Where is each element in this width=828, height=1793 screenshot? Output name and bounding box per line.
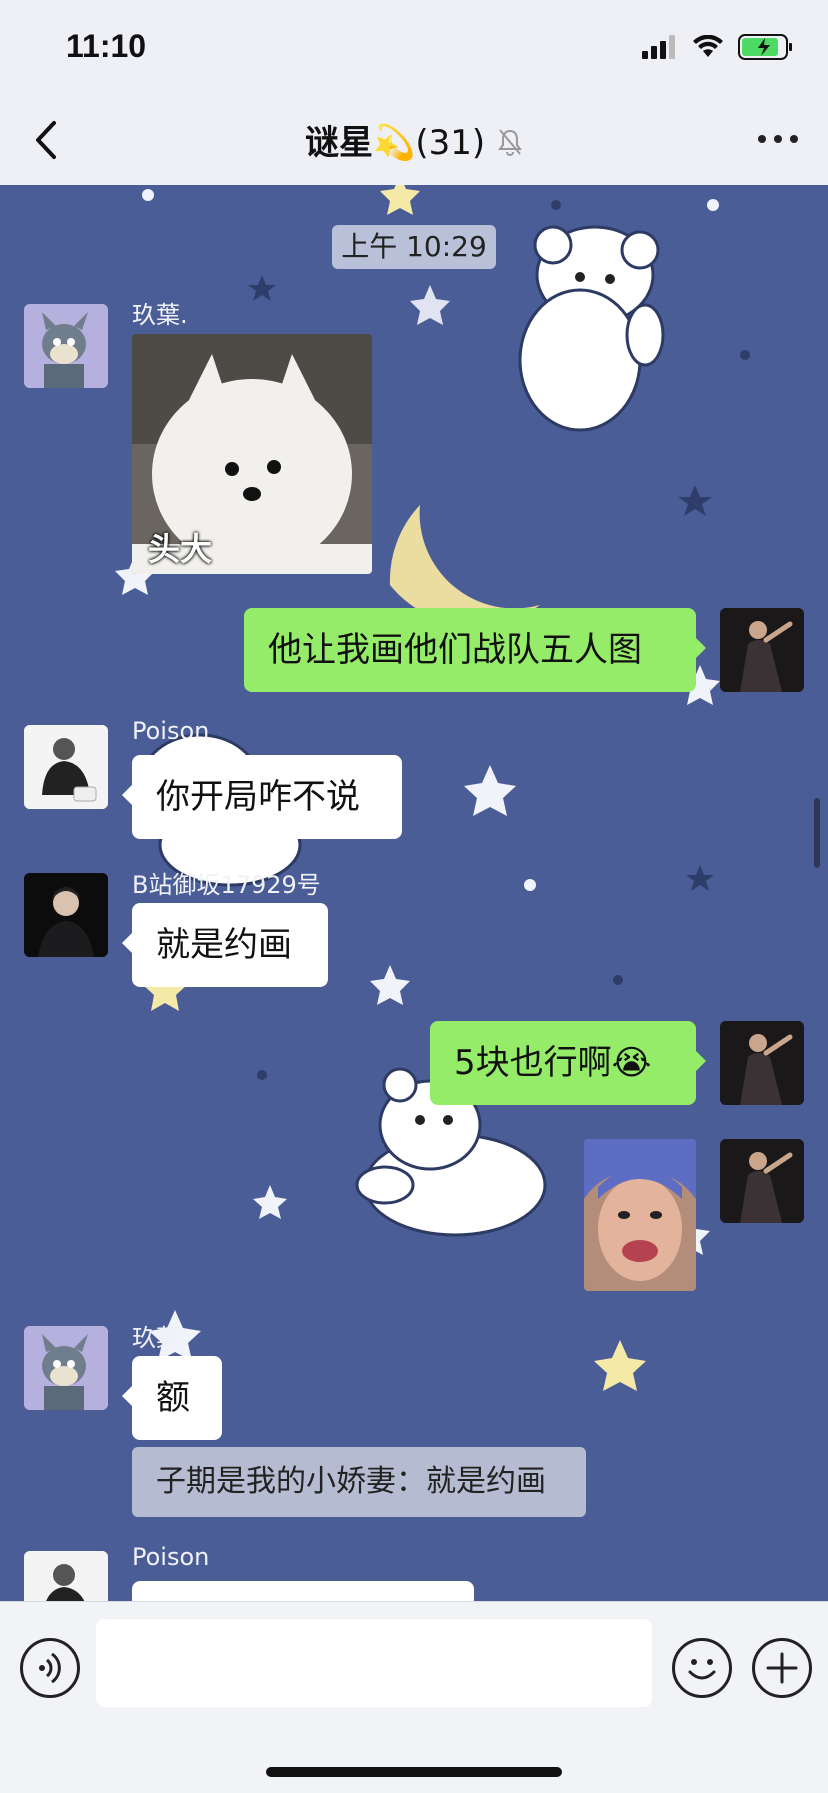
sender-name: Poison (132, 717, 210, 745)
chat-header: 谜星💫(31) (0, 95, 828, 186)
blue-hair-face-sticker-icon (584, 1139, 696, 1291)
avatar-jiuye[interactable] (24, 304, 108, 388)
plus-icon (766, 1652, 798, 1684)
person-avatar-icon (720, 608, 804, 692)
more-functions-button[interactable] (752, 1638, 812, 1698)
incoming-message-bubble[interactable]: 额 (122, 1356, 222, 1440)
battery-charging-icon (738, 34, 792, 60)
my-avatar[interactable] (720, 608, 804, 692)
sticker-dog-image[interactable]: 头大 (132, 334, 372, 574)
avatar-bzhan[interactable] (24, 873, 108, 957)
chat-title: 谜星💫(31) (0, 115, 828, 164)
avatar-poison[interactable] (24, 1551, 108, 1601)
sender-name: B站御坂17929号 (132, 871, 321, 899)
tom-cat-avatar-icon (24, 1326, 108, 1410)
smiley-icon (688, 1659, 716, 1680)
my-avatar[interactable] (720, 1139, 804, 1223)
outgoing-message-bubble[interactable]: 他让我画他们战队五人图 (244, 608, 706, 692)
quoted-message[interactable]: 子期是我的小娇妻：就是约画 (132, 1447, 586, 1517)
avatar-poison[interactable] (24, 725, 108, 809)
person-avatar-icon (24, 725, 108, 809)
status-icons (642, 34, 794, 60)
home-indicator[interactable] (266, 1767, 562, 1777)
person-avatar-icon (720, 1021, 804, 1105)
person-avatar-icon (24, 873, 108, 957)
avatar-jiuye[interactable] (24, 1326, 108, 1410)
incoming-message-bubble[interactable]: 你开局咋不说 (122, 755, 402, 839)
wifi-icon (693, 35, 723, 57)
my-avatar[interactable] (720, 1021, 804, 1105)
tom-cat-avatar-icon (24, 304, 108, 388)
incoming-message-bubble[interactable] (132, 1581, 474, 1601)
sticker-face-image[interactable] (584, 1139, 696, 1291)
emoji-button[interactable] (672, 1638, 732, 1698)
sender-name: 玖葉. (132, 301, 188, 329)
cellular-signal-icon (642, 35, 675, 59)
voice-input-button[interactable] (20, 1638, 80, 1698)
chat-timestamp: 上午 10:29 (332, 225, 496, 269)
message-input[interactable] (96, 1619, 652, 1707)
chat-area[interactable]: 上午 10:29 玖葉. 头大 他让我画他们战队五人图 Poison 你开局咋不… (0, 185, 828, 1601)
incoming-message-bubble[interactable]: 就是约画 (122, 903, 328, 987)
voice-icon (39, 1652, 61, 1684)
group-name: 谜星💫 (305, 123, 416, 163)
chat-scrollbar[interactable] (814, 798, 820, 868)
person-avatar-icon (720, 1139, 804, 1223)
member-count: (31) (415, 123, 486, 163)
status-bar: 11:10 (0, 0, 828, 95)
status-time: 11:10 (66, 28, 147, 64)
outgoing-message-bubble[interactable]: 5块也行啊😭 (430, 1021, 706, 1105)
muted-bell-icon (497, 129, 522, 156)
input-bar (0, 1601, 828, 1793)
sender-name: 玖葉. (132, 1324, 188, 1352)
more-options-icon[interactable] (758, 135, 798, 143)
sticker-caption: 头大 (148, 530, 213, 568)
person-avatar-icon (24, 1551, 108, 1601)
sender-name: Poison (132, 1543, 210, 1571)
